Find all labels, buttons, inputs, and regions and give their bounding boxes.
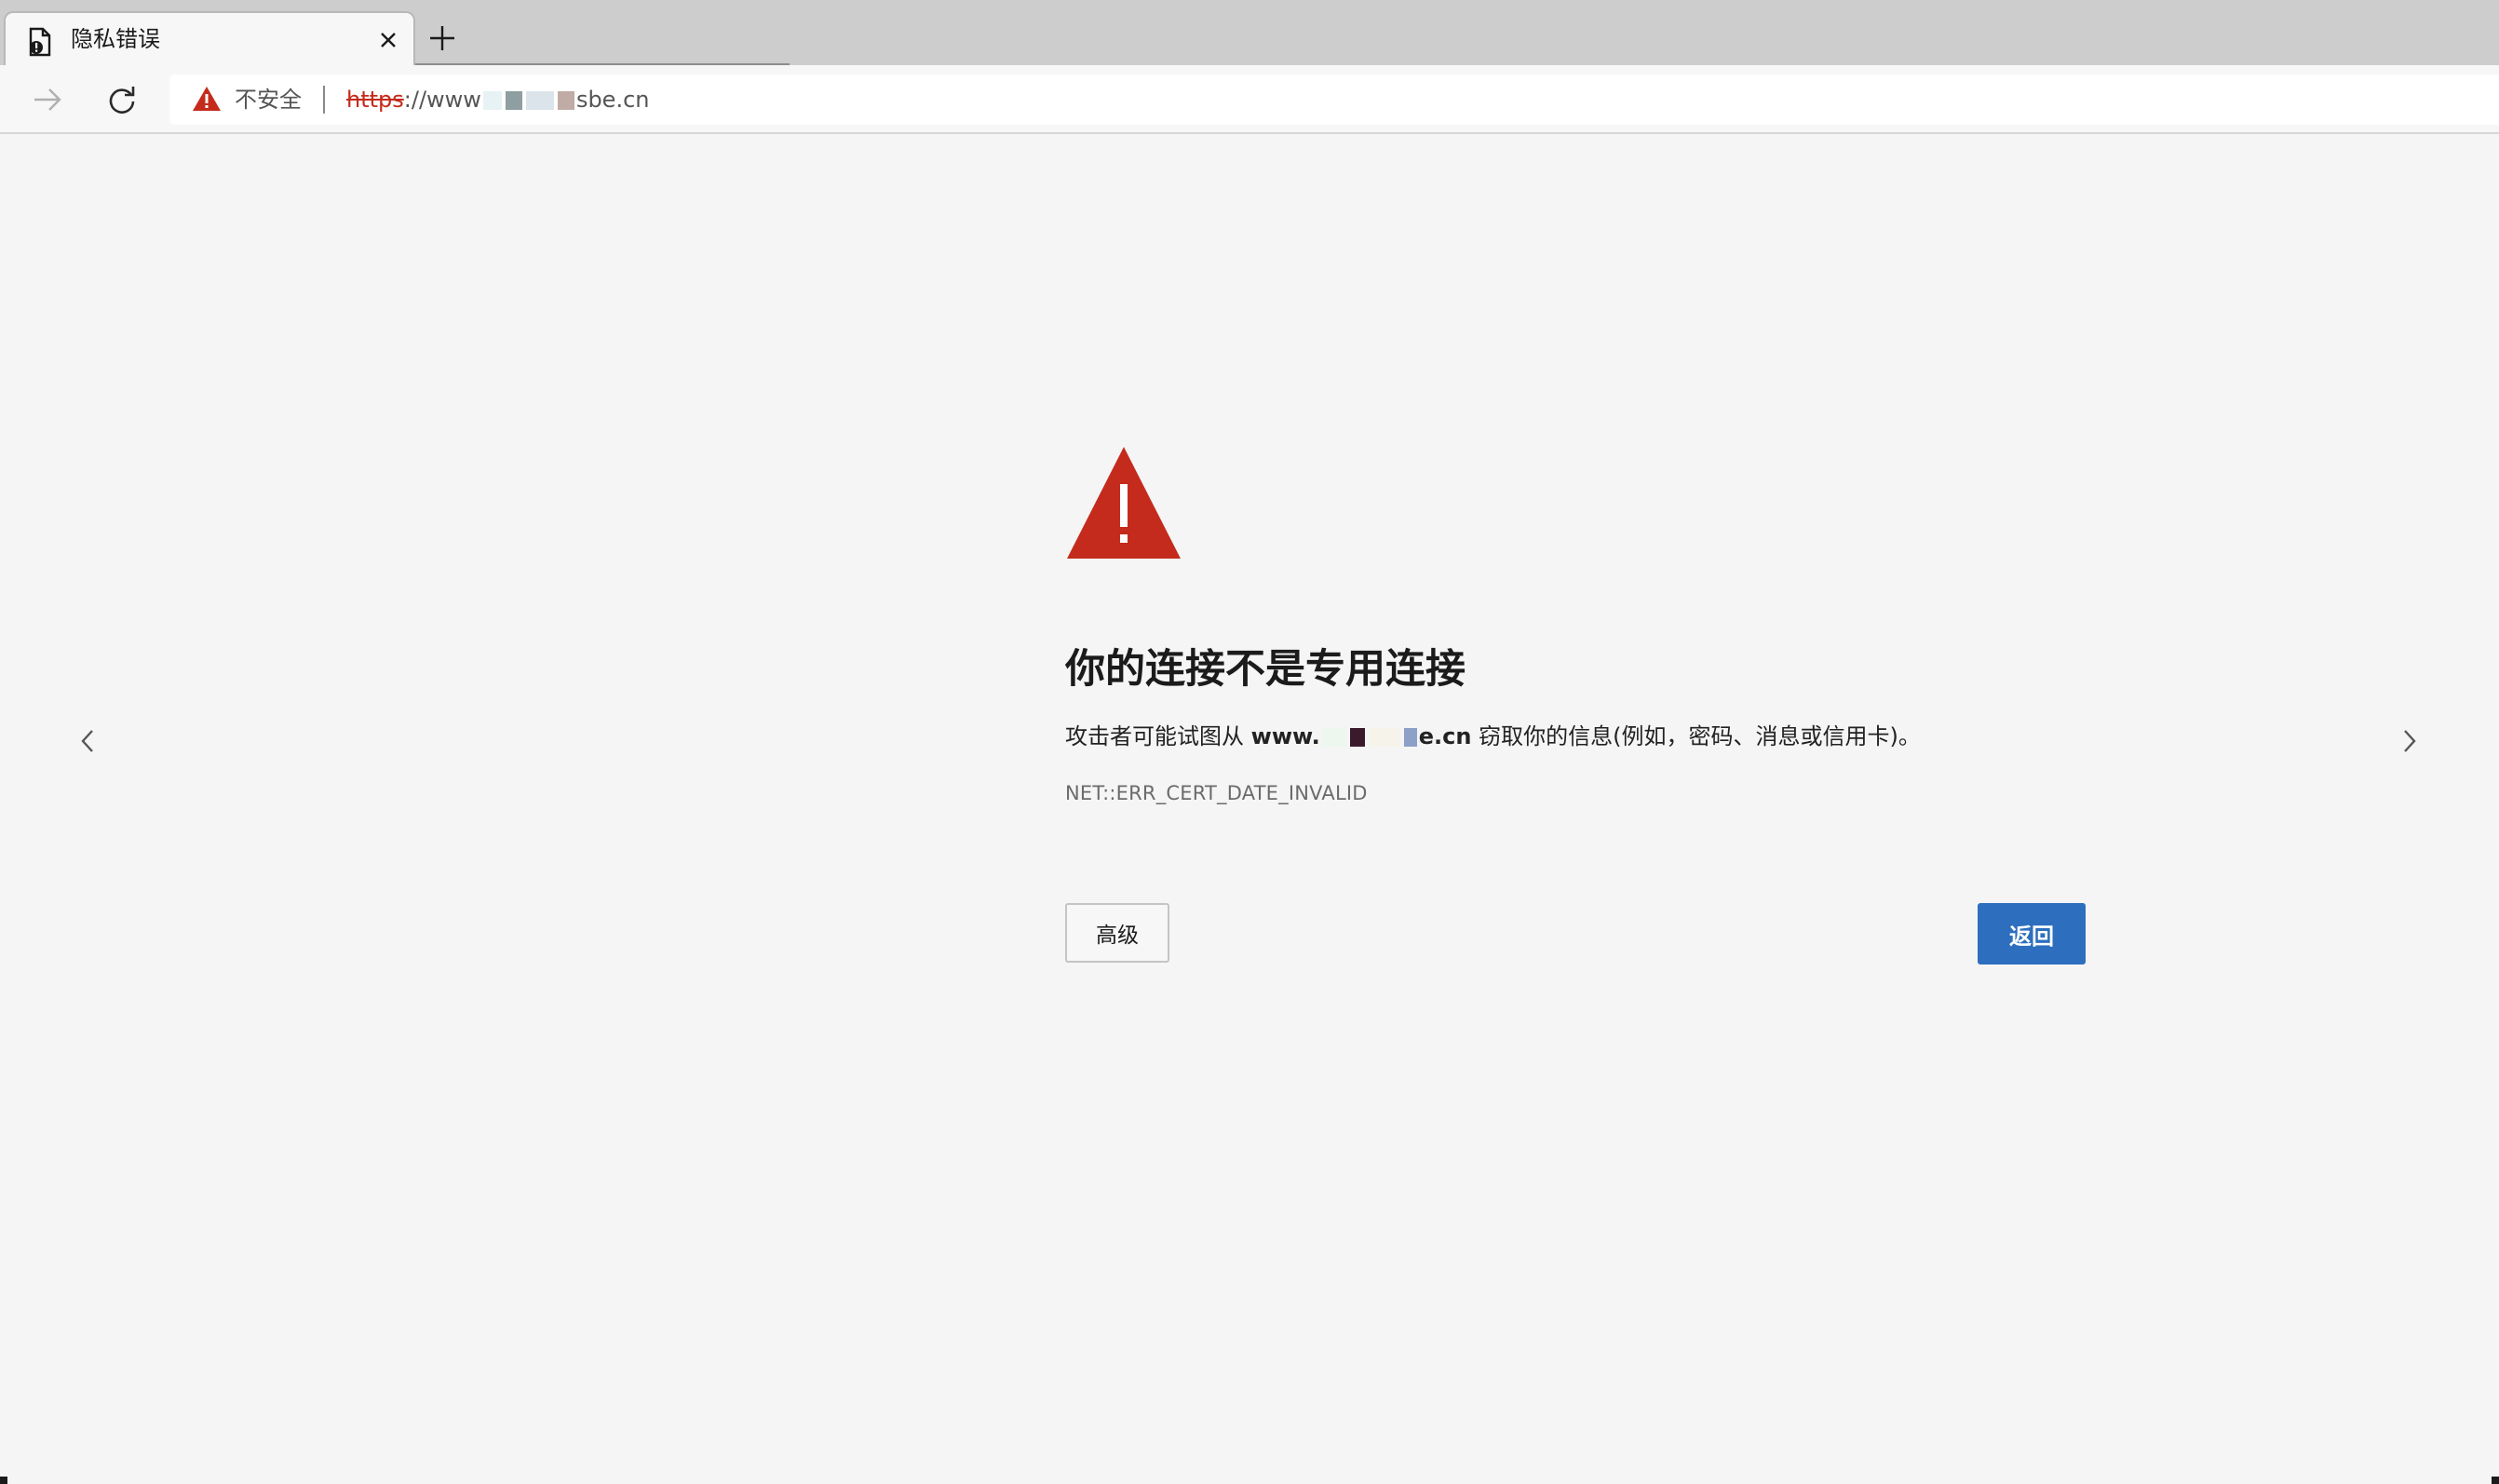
- url-scheme: https: [346, 87, 404, 113]
- tab-privacy-error[interactable]: 隐私错误: [4, 11, 415, 65]
- redacted-block: [557, 91, 574, 110]
- advanced-button[interactable]: 高级: [1065, 903, 1169, 963]
- description-host-prefix: www.: [1250, 723, 1320, 749]
- error-description: 攻击者可能试图从 www. e.cn 窃取你的信息(例如，密码、消息或信用卡)。: [1065, 721, 1921, 752]
- url-text[interactable]: https://www sbe.cn: [346, 85, 649, 115]
- description-suffix: 窃取你的信息(例如，密码、消息或信用卡)。: [1471, 723, 1921, 749]
- redacted-block: [525, 91, 554, 110]
- error-page: 你的连接不是专用连接 攻击者可能试图从 www. e.cn 窃取你的信息(例如，密…: [0, 136, 2499, 1484]
- back-button[interactable]: 返回: [1978, 903, 2086, 965]
- error-code: NET::ERR_CERT_DATE_INVALID: [1065, 782, 1368, 804]
- reload-button[interactable]: [101, 78, 143, 121]
- url-separator: ://: [403, 87, 427, 113]
- redacted-block: [505, 91, 522, 110]
- description-prefix: 攻击者可能试图从: [1065, 723, 1251, 749]
- address-divider: [323, 86, 325, 114]
- new-tab-button[interactable]: [425, 20, 460, 56]
- refresh-icon: [109, 87, 135, 114]
- chevron-right-icon[interactable]: [2391, 721, 2428, 762]
- window-corner: [2492, 1477, 2499, 1484]
- window-corner: [0, 1477, 7, 1484]
- warning-triangle-icon[interactable]: [192, 85, 222, 113]
- redacted-block: [1368, 728, 1400, 747]
- description-host-suffix: e.cn: [1418, 723, 1472, 749]
- close-icon[interactable]: [374, 26, 402, 54]
- tab-title: 隐私错误: [71, 26, 160, 52]
- chevron-left-icon[interactable]: [69, 721, 106, 762]
- forward-button[interactable]: [26, 78, 69, 121]
- redacted-block: [1403, 728, 1417, 747]
- page-title: 你的连接不是专用连接: [1065, 646, 1466, 693]
- browser-toolbar: 不安全 https://www sbe.cn: [0, 65, 2499, 134]
- redacted-block: [1321, 728, 1346, 747]
- document-warning-icon: [24, 26, 56, 58]
- address-bar[interactable]: 不安全 https://www sbe.cn: [169, 74, 2499, 125]
- redacted-block: [1349, 728, 1365, 747]
- redacted-block: [482, 91, 502, 110]
- warning-triangle-icon: [1065, 443, 1182, 560]
- url-host-suffix: sbe.cn: [575, 87, 650, 113]
- plus-icon: [430, 26, 454, 50]
- security-status-label[interactable]: 不安全: [235, 85, 302, 115]
- tab-strip: 隐私错误: [0, 0, 2499, 65]
- url-host-prefix: www: [426, 87, 481, 113]
- arrow-right-icon: [34, 88, 61, 111]
